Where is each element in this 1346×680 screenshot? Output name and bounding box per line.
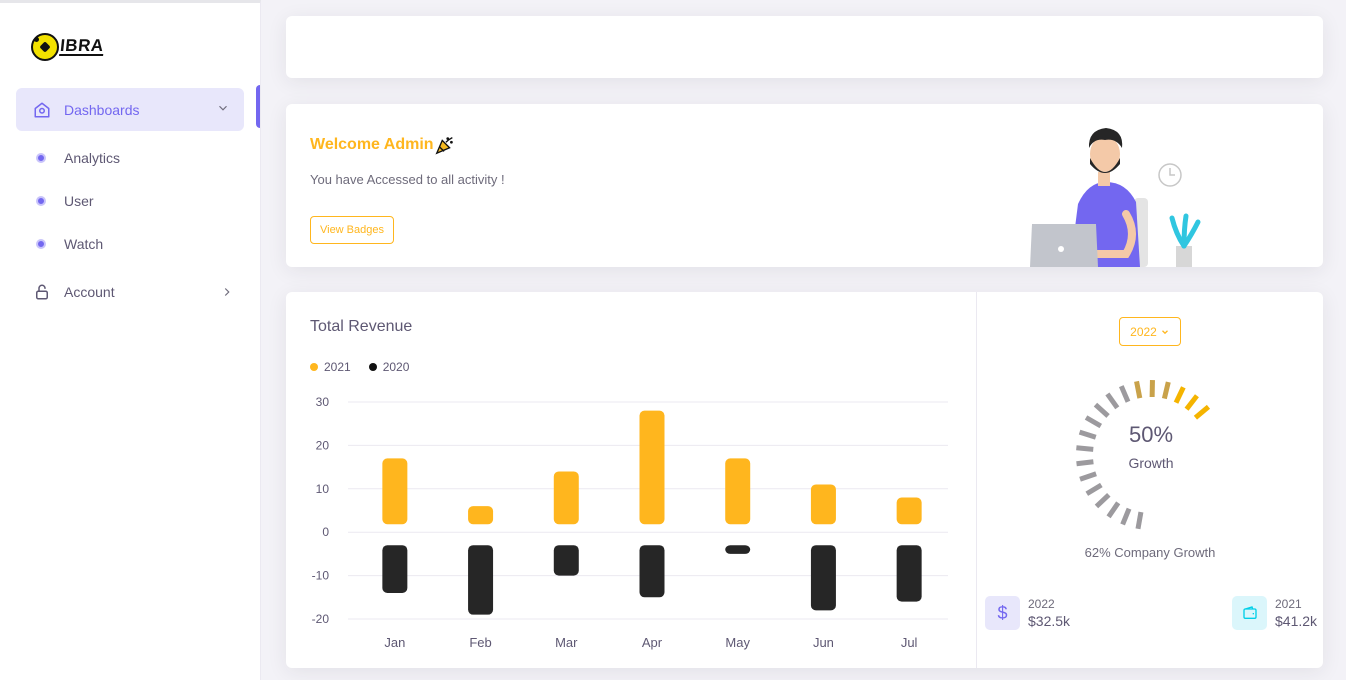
gauge-tick	[1120, 507, 1132, 526]
growth-percent: 50%	[1128, 422, 1174, 447]
bar-2020[interactable]	[725, 545, 751, 554]
stat-amount: $41.2k	[1275, 613, 1318, 629]
card-divider	[976, 292, 977, 668]
home-icon	[34, 102, 50, 117]
legend-swatch	[310, 363, 318, 371]
gauge-tick	[1193, 404, 1211, 420]
bar-2021[interactable]	[725, 458, 751, 525]
sidebar-item-label: Account	[64, 284, 115, 300]
lock-icon	[36, 284, 48, 300]
bullet-icon	[36, 153, 46, 163]
welcome-title-text: Welcome Admin	[310, 136, 434, 153]
legend-item-2020[interactable]: 2020	[368, 360, 410, 374]
stat-2021: 2021 $41.2k	[1232, 596, 1317, 630]
legend-swatch	[368, 363, 377, 371]
revenue-bar-chart: 30 20 10 0 -10 -20 Jan Feb Mar Apr May Jun Jul	[312, 395, 948, 650]
chart-legend: 2021 2020	[310, 360, 427, 374]
bullet-icon	[36, 239, 46, 249]
bar-2021[interactable]	[639, 410, 665, 525]
x-tick-label: May	[725, 635, 750, 650]
revenue-card: Total Revenue 2021 2020 30 20 10 0 -10 -20 Jan…	[286, 292, 1323, 668]
stat-year: 2021	[1275, 597, 1302, 611]
gauge-tick	[1173, 386, 1186, 404]
x-tick-label: Jan	[384, 635, 405, 650]
bar-2021[interactable]	[896, 497, 922, 525]
admin-illustration	[1030, 128, 1201, 267]
welcome-card: Welcome Admin You have Accessed to all a…	[286, 104, 1323, 267]
sidebar-item-label: User	[64, 193, 94, 209]
chevron-down-icon	[219, 105, 227, 111]
bullet-icon	[36, 196, 46, 206]
growth-label: Growth	[1128, 455, 1174, 471]
legend-label: 2020	[382, 360, 410, 374]
revenue-title: Total Revenue	[310, 318, 413, 335]
y-tick-label: 20	[316, 438, 330, 452]
brand-name: IBRA	[59, 36, 105, 56]
sidebar-item-account[interactable]: Account	[33, 283, 238, 301]
gauge-tick	[1106, 501, 1121, 519]
gauge-tick	[1079, 471, 1097, 482]
gauge-tick	[1184, 394, 1199, 411]
dollar-icon: $	[985, 596, 1020, 630]
gauge-tick	[1135, 511, 1144, 530]
y-tick-label: 10	[316, 482, 330, 496]
gauge-tick	[1118, 385, 1131, 403]
gauge-tick	[1094, 492, 1111, 509]
x-tick-label: Apr	[642, 635, 663, 650]
sidebar-item-label: Watch	[64, 236, 104, 252]
stat-2022: $ 2022 $32.5k	[985, 596, 1070, 630]
soccer-ball-icon	[31, 33, 59, 61]
chevron-right-icon	[224, 288, 230, 296]
bar-2021[interactable]	[810, 484, 836, 525]
growth-radial-gauge	[1076, 379, 1211, 530]
y-tick-label: -20	[312, 612, 330, 626]
welcome-title: Welcome Admin	[310, 134, 456, 156]
year-select-value: 2022	[1130, 324, 1157, 339]
sidebar-item-watch[interactable]: Watch	[36, 236, 103, 252]
active-indicator	[256, 85, 260, 128]
y-tick-label: 30	[316, 395, 330, 409]
brand-logo[interactable]: IBRA	[31, 33, 105, 61]
x-tick-label: Feb	[469, 635, 491, 650]
bar-2020[interactable]	[896, 545, 922, 602]
bar-2020[interactable]	[639, 545, 665, 598]
legend-item-2021[interactable]: 2021	[310, 360, 351, 374]
gauge-tick	[1085, 482, 1103, 496]
x-tick-label: Jun	[813, 635, 834, 650]
view-badges-button[interactable]: View Badges	[310, 216, 394, 244]
y-tick-label: 0	[322, 525, 329, 539]
bar-2021[interactable]	[382, 458, 408, 525]
year-select-dropdown[interactable]: 2022	[1119, 317, 1181, 346]
gauge-tick	[1105, 392, 1120, 410]
stat-year: 2022	[1028, 597, 1055, 611]
party-popper-icon	[435, 137, 453, 155]
stat-amount: $32.5k	[1028, 613, 1071, 629]
welcome-subtitle: You have Accessed to all activity !	[310, 172, 505, 187]
x-tick-label: Jul	[901, 635, 918, 650]
wallet-icon	[1232, 596, 1267, 630]
bar-2021[interactable]	[553, 471, 579, 525]
top-navbar-card	[286, 16, 1323, 78]
x-tick-label: Mar	[555, 635, 578, 650]
gauge-tick	[1134, 380, 1143, 399]
gauge-tick	[1161, 381, 1171, 400]
sidebar-item-dashboards[interactable]: Dashboards	[16, 88, 244, 131]
bar-2020[interactable]	[382, 545, 408, 593]
bar-2021[interactable]	[468, 506, 494, 525]
sidebar: IBRA Dashboards Analytics User Watch Acc…	[0, 0, 261, 680]
chevron-down-icon	[1161, 329, 1168, 334]
sidebar-item-analytics[interactable]: Analytics	[36, 150, 120, 166]
y-tick-label: -10	[312, 569, 330, 583]
bar-2020[interactable]	[553, 545, 579, 576]
gauge-tick	[1093, 402, 1110, 418]
bar-2020[interactable]	[468, 545, 494, 615]
sidebar-item-label: Dashboards	[64, 101, 140, 118]
legend-label: 2021	[324, 360, 351, 374]
company-growth-text: 62% Company Growth	[1084, 545, 1216, 560]
bar-2020[interactable]	[810, 545, 836, 611]
sidebar-item-label: Analytics	[64, 150, 121, 166]
sidebar-item-user[interactable]: User	[36, 193, 94, 209]
